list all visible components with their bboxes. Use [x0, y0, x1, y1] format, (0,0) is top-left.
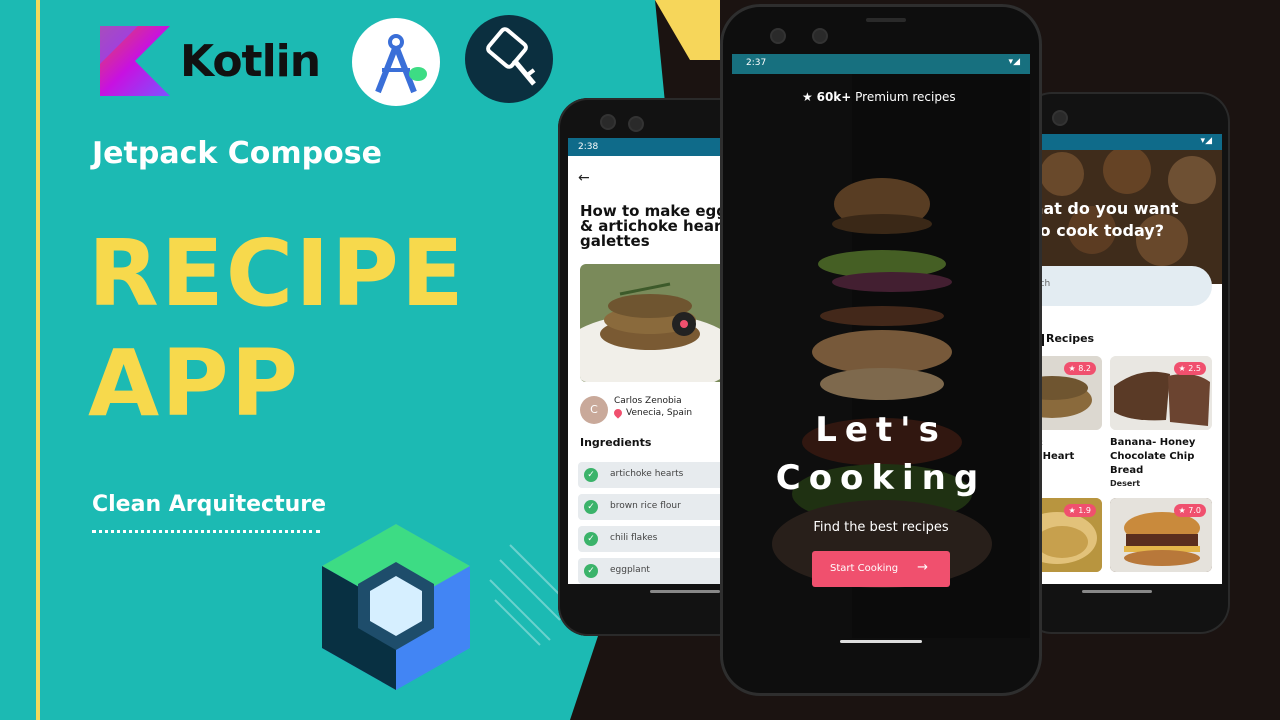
pin-icon [612, 407, 624, 419]
premium-label: Premium recipes [855, 90, 956, 104]
phone-home-screen: ▾◢ hat do you want to cook today? rch Re… [1022, 92, 1230, 634]
tagline-clean-architecture: Clean Arquitecture [92, 492, 327, 517]
recipe-card-category: Desert [1110, 479, 1141, 488]
section-title-bar [1042, 334, 1044, 346]
ingredient-label: eggplant [610, 565, 650, 575]
check-icon: ✓ [584, 532, 598, 546]
onboarding-screen: 2:37 ▾◢ ★ 60k+ Premium recipes Let's Cook… [732, 54, 1030, 638]
home-indicator [650, 590, 720, 593]
front-camera-icon [1052, 110, 1068, 126]
check-icon: ✓ [584, 500, 598, 514]
ingredient-item[interactable]: ✓ artichoke hearts [578, 462, 728, 488]
greeting-line: hat do you want [1032, 199, 1179, 218]
ingredients-heading: Ingredients [580, 436, 652, 449]
kotlin-wordmark: Kotlin [180, 36, 321, 87]
wifi-icon: ▾◢ [1200, 136, 1212, 146]
greeting-line: to cook today? [1032, 221, 1164, 240]
kotlin-logo-icon [100, 26, 170, 96]
search-input[interactable]: rch [1032, 266, 1212, 306]
ingredient-item[interactable]: ✓ brown rice flour [578, 494, 728, 520]
premium-count: 60k+ [816, 90, 852, 104]
section-title: Recipes [1046, 332, 1095, 345]
android-studio-icon [352, 18, 440, 106]
title-line-app: APP [88, 330, 301, 437]
front-camera-icon [600, 114, 616, 130]
front-sensor-icon [812, 28, 828, 44]
card-title-line: Chocolate Chip [1110, 451, 1195, 462]
card-title-line: Bread [1110, 465, 1144, 476]
status-bar: 2:38 [568, 138, 744, 156]
headline-line2: Cooking [775, 458, 987, 498]
status-bar: ▾◢ [1032, 134, 1222, 150]
headline-line1: Let's [815, 410, 947, 450]
rating-value: 8.2 [1078, 364, 1091, 373]
premium-badge: ★ 60k+ Premium recipes [802, 90, 956, 104]
home-indicator [1082, 590, 1152, 593]
detail-screen: 2:38 ← How to make egg & artichoke hear … [568, 138, 744, 584]
recipe-card-title: Banana- Honey Chocolate Chip Bread [1110, 436, 1195, 478]
check-icon: ✓ [584, 468, 598, 482]
greeting: hat do you want to cook today? [1032, 198, 1178, 242]
ingredient-label: chili flakes [610, 533, 658, 543]
status-bar: 2:37 ▾◢ [732, 54, 1030, 74]
avatar: C [580, 396, 608, 424]
arrow-right-icon: → [917, 560, 928, 575]
onboarding-subtext: Find the best recipes [813, 520, 949, 535]
author-location: Venecia, Spain [626, 408, 693, 418]
rating-value: 2.5 [1188, 364, 1201, 373]
front-sensor-icon [628, 116, 644, 132]
left-accent-stripe [36, 0, 40, 720]
rating-badge: ★ 1.9 [1063, 504, 1096, 517]
recipe-card-image[interactable]: ★ 8.2 [1032, 356, 1102, 430]
rating-value: 7.0 [1188, 506, 1201, 515]
rating-value: 1.9 [1078, 506, 1091, 515]
recipe-card-image[interactable]: ★ 7.0 [1110, 498, 1212, 572]
status-time: 2:37 [746, 58, 767, 68]
card-title-line: Banana- Honey [1110, 437, 1196, 448]
home-screen: ▾◢ hat do you want to cook today? rch Re… [1032, 134, 1222, 584]
dependency-injection-key-icon [465, 15, 553, 103]
ingredient-label: artichoke hearts [610, 469, 684, 479]
rating-badge: ★ 2.5 [1173, 362, 1206, 375]
phone-onboarding: 2:37 ▾◢ ★ 60k+ Premium recipes Let's Cook… [720, 4, 1042, 696]
star-icon: ★ [802, 90, 813, 104]
speaker-grille [866, 18, 906, 22]
jetpack-compose-logo-icon [322, 524, 470, 690]
dotted-underline [92, 530, 320, 533]
recipe-card-image[interactable]: ★ 1.9 [1032, 498, 1102, 572]
check-icon: ✓ [584, 564, 598, 578]
signal-icon: ▾◢ [1008, 57, 1020, 67]
rating-badge: ★ 8.2 [1063, 362, 1096, 375]
rating-badge: ★ 7.0 [1173, 504, 1206, 517]
author-name: Carlos Zenobia [614, 396, 682, 406]
home-indicator [840, 640, 922, 643]
status-time: 2:38 [578, 142, 599, 152]
ingredient-item[interactable]: ✓ eggplant [578, 558, 728, 584]
ingredient-item[interactable]: ✓ chili flakes [578, 526, 728, 552]
start-cooking-button[interactable]: Start Cooking → [812, 551, 950, 587]
subtitle-jetpack-compose: Jetpack Compose [92, 136, 382, 171]
title-line-recipe: RECIPE [88, 220, 466, 327]
start-cooking-label: Start Cooking [830, 563, 899, 574]
ingredient-label: brown rice flour [610, 501, 681, 511]
recipe-photo [580, 264, 740, 382]
back-arrow-icon[interactable]: ← [578, 170, 590, 186]
front-camera-icon [770, 28, 786, 44]
recipe-card-image[interactable]: ★ 2.5 [1110, 356, 1212, 430]
